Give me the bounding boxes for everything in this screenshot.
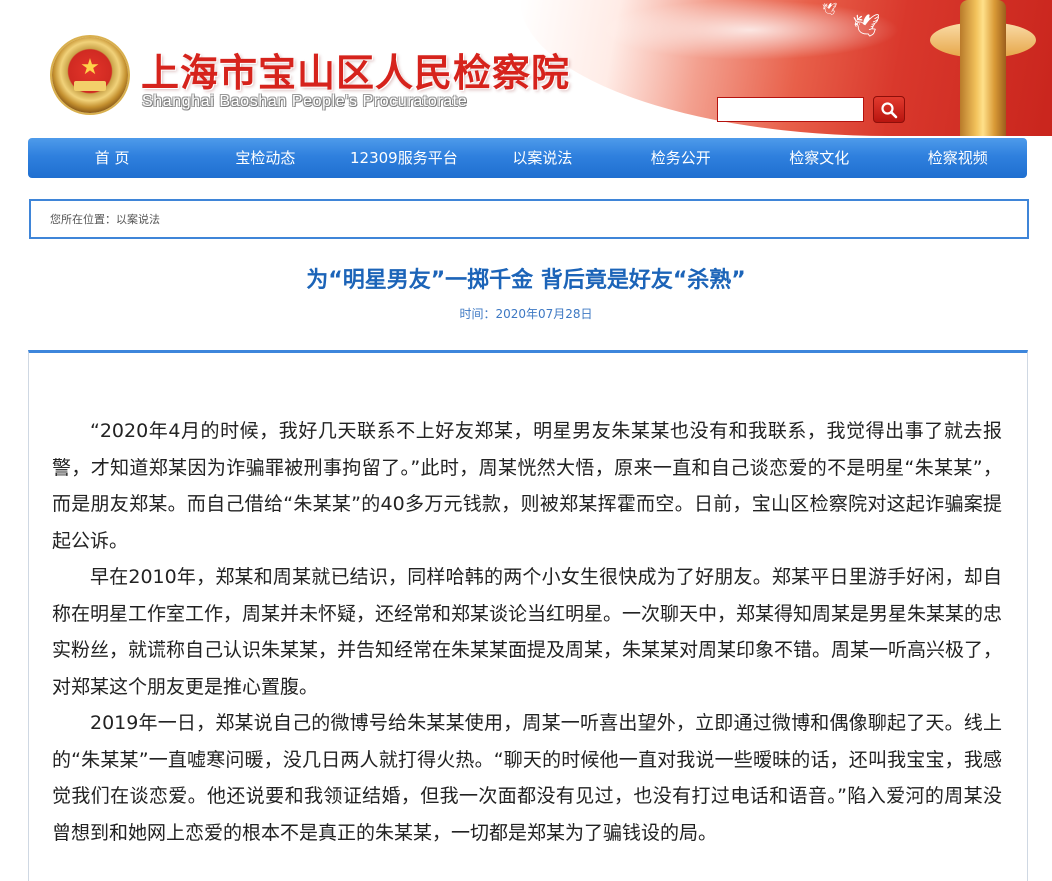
nav-item-video[interactable]: 检察视频 [889,138,1027,178]
breadcrumb-link-case-law[interactable]: 以案说法 [116,211,160,227]
site-subtitle: Shanghai Baoshan People's Procuratorate [142,93,468,110]
search-button[interactable] [873,96,905,123]
site-title: 上海市宝山区人民检察院 [141,51,571,95]
article-paragraph: 早在2010年，郑某和周某就已结识，同样哈韩的两个小女生很快成为了好朋友。郑某平… [52,566,1003,698]
nav-item-culture[interactable]: 检察文化 [750,138,888,178]
breadcrumb: 您所在位置： 以案说法 [29,199,1029,239]
search-icon [881,101,898,118]
site-header: 🕊 🕊 ★ 上海市宝山区人民检察院 Shanghai Baoshan Peopl… [0,0,1052,136]
huabiao-pillar [960,0,1006,136]
nav-item-affairs-disclosure[interactable]: 检务公开 [612,138,750,178]
nav-item-case-law[interactable]: 以案说法 [473,138,611,178]
dove-icon: 🕊 [822,2,838,16]
nav-item-12309-platform[interactable]: 12309服务平台 [335,138,473,178]
procuratorate-emblem-icon: ★ [52,37,128,113]
article-paragraph: “2020年4月的时候，我好几天联系不上好友郑某，明星男友朱某某也没有和我联系，… [52,420,1002,552]
search-input[interactable] [717,97,864,122]
article-title: 为“明星男友”一掷千金 背后竟是好友“杀熟” [306,268,746,293]
article-body: “2020年4月的时候，我好几天联系不上好友郑某，明星男友朱某某也没有和我联系，… [52,413,1002,851]
nav-item-home[interactable]: 首 页 [28,138,196,178]
main-nav: 首 页 宝检动态 12309服务平台 以案说法 检务公开 检察文化 检察视频 [28,138,1027,178]
breadcrumb-prefix: 您所在位置： [50,213,116,226]
star-icon: ★ [80,55,100,80]
emblem-base [74,81,106,91]
article-paragraph: 2019年一日，郑某说自己的微博号给朱某某使用，周某一听喜出望外，立即通过微博和… [52,712,1002,844]
nav-item-news[interactable]: 宝检动态 [196,138,334,178]
article-date: 时间：2020年07月28日 [459,307,593,321]
dove-icon: 🕊 [852,14,880,39]
